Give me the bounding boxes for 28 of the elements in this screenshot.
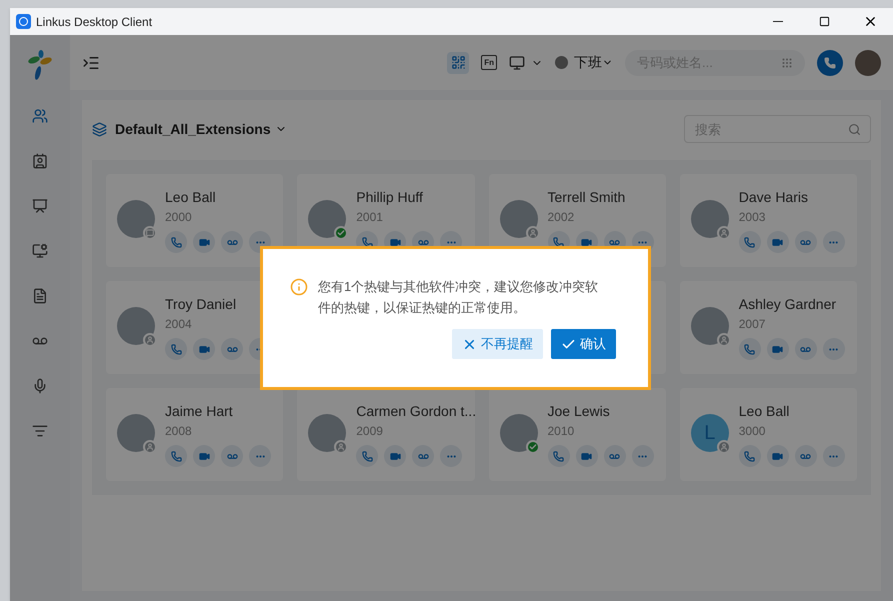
contact-name: Leo Ball [165,188,217,206]
extension-number: 3000 [738,423,766,439]
contact-name: Dave Haris [738,188,809,206]
dialog-message: 您有1个热键与其他软件冲突，建议您修改冲突软件的热键，以保证热键的正常使用。 [318,278,600,317]
extension-number: 2001 [356,209,384,225]
extension-number: 2003 [738,209,766,225]
contact-name: Jaime Hart [165,402,234,420]
dismiss-button[interactable]: 不再提醒 [452,329,543,359]
extension-number: 2010 [548,423,576,439]
group-dropdown[interactable]: Default_All_Extensions [115,118,287,140]
extension-number: 2004 [165,316,193,332]
contact-name: Carmen Gordon t... [356,402,474,420]
contact-name: Terrell Smith [548,188,626,206]
contact-name: Joe Lewis [548,402,611,420]
contact-name: Phillip Huff [356,188,424,206]
extension-number: 2008 [165,423,193,439]
extension-number: 2007 [738,316,766,332]
extension-number: 2000 [165,209,193,225]
presence-dropdown[interactable]: 下班 [574,52,613,73]
contact-card[interactable]: Leo Ball 2000 [106,174,284,267]
contact-name: Ashley Gardner [738,295,838,313]
extension-number: 2009 [356,423,384,439]
window-title: Linkus Desktop Client [36,14,152,30]
confirm-button[interactable]: 确认 [551,329,616,359]
fn-key-button[interactable]: Fn [481,55,497,70]
contact-name: Leo Ball [738,402,790,420]
contact-name: Troy Daniel [165,295,238,313]
extension-number: 2002 [548,209,576,225]
